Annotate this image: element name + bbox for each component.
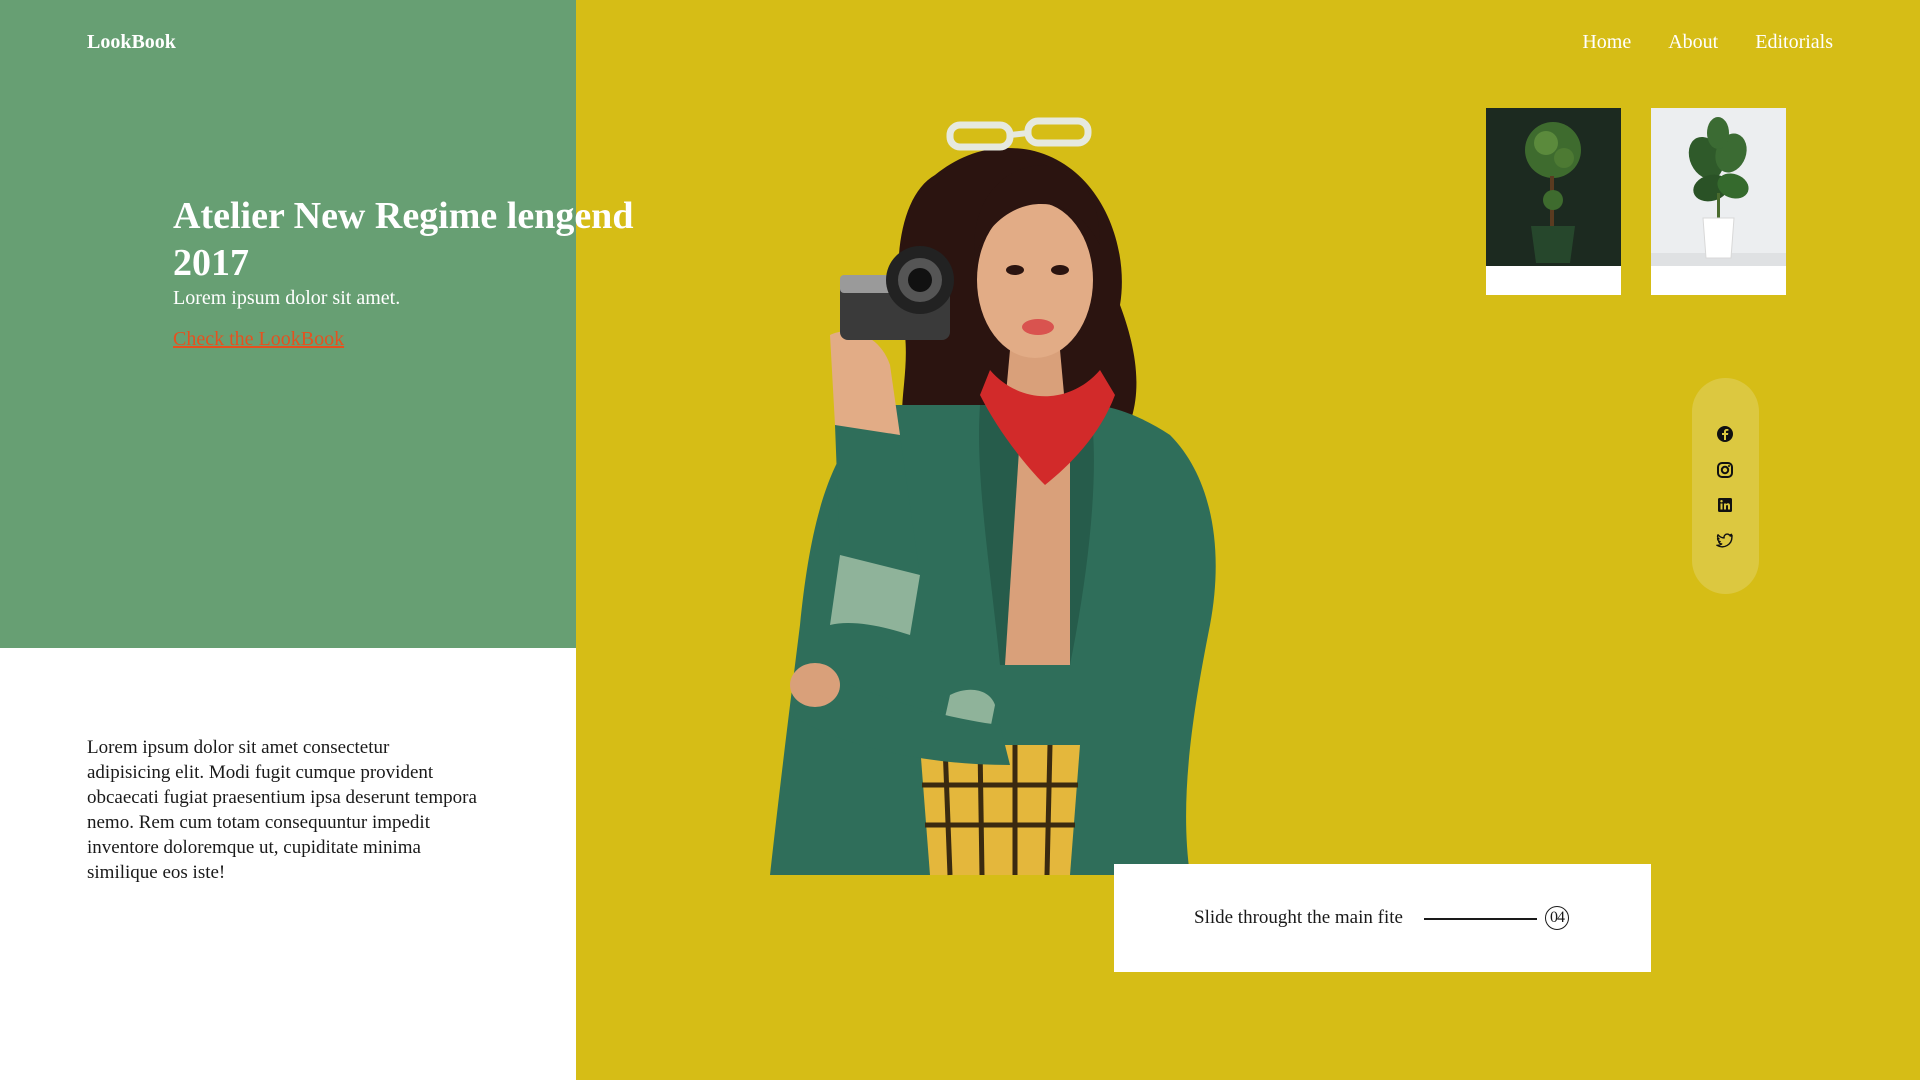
slider-label: Slide throught the main fite — [1194, 907, 1403, 928]
twitter-icon[interactable] — [1716, 531, 1734, 549]
slider-box: Slide throught the main fite 04 — [1114, 864, 1651, 972]
facebook-icon[interactable] — [1716, 425, 1734, 443]
green-panel — [0, 0, 576, 648]
instagram-icon[interactable] — [1716, 461, 1734, 479]
nav-about[interactable]: About — [1668, 31, 1718, 54]
brand-logo[interactable]: LookBook — [87, 31, 176, 54]
page: LookBook Home About Editorials Atelier N… — [0, 0, 1920, 1080]
social-bar — [1692, 378, 1759, 594]
thumbnail-topiary[interactable] — [1486, 108, 1621, 295]
slide-number[interactable]: 04 — [1545, 906, 1569, 930]
slider-line — [1424, 918, 1537, 920]
topiary-plant-image — [1486, 108, 1621, 266]
nav-home[interactable]: Home — [1582, 31, 1631, 54]
model-photo — [770, 117, 1216, 876]
hero-title: Atelier New Regime lengend 2017 — [173, 195, 634, 284]
thumbnail-fiddle-leaf[interactable] — [1651, 108, 1786, 295]
linkedin-icon[interactable] — [1716, 496, 1734, 514]
main-nav: Home About Editorials — [1582, 31, 1833, 54]
hero-subtitle: Lorem ipsum dolor sit amet. — [173, 287, 401, 309]
nav-editorials[interactable]: Editorials — [1755, 31, 1833, 54]
fiddle-leaf-plant-image — [1651, 108, 1786, 266]
lookbook-link[interactable]: Check the LookBook — [173, 328, 344, 351]
body-paragraph: Lorem ipsum dolor sit amet consectetur a… — [87, 737, 477, 883]
